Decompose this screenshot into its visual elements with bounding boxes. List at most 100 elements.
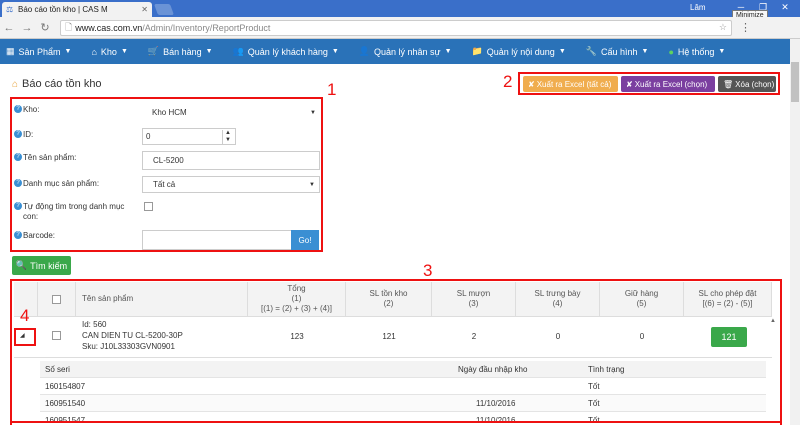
caret-down-icon: ▼: [120, 48, 128, 55]
nav-label: Hệ thống: [677, 46, 715, 57]
page-title: ⌂ Báo cáo tồn kho: [12, 78, 102, 90]
category-label-text: Danh mục sản phẩm:: [23, 179, 100, 188]
nav-label: Quản lý nội dung: [486, 46, 555, 57]
header-total[interactable]: Tổng (1) [(1) = (2) + (3) + (4)]: [248, 282, 346, 316]
category-value: Tất cả: [153, 180, 176, 189]
spinner-icon[interactable]: ▲ ▼: [222, 129, 231, 144]
category-select[interactable]: Tất cả ▼: [142, 176, 320, 193]
header-display[interactable]: SL trưng bày (4): [516, 282, 600, 316]
row-hold: 0: [639, 332, 645, 341]
nav-item-system[interactable]: ● Hệ thống ▼: [668, 47, 725, 57]
name-label: ? Tên sản phẩm:: [14, 153, 76, 163]
address-bar-row: ← → ↻ 🗋 www.cas.com.vn /Admin/Inventory/…: [0, 17, 800, 39]
close-tab-icon[interactable]: ✕: [141, 5, 148, 14]
grid-icon: ▦: [6, 46, 15, 56]
kho-label: ? Kho:: [14, 105, 39, 115]
nav-label: Kho: [100, 46, 117, 57]
scale-icon: ⚖: [6, 4, 14, 14]
header-stock[interactable]: SL tồn kho (2): [346, 282, 432, 316]
caret-down-icon: ▼: [718, 48, 726, 55]
nav-item-config[interactable]: 🔧 Cấu hình ▼: [586, 46, 649, 57]
id-input[interactable]: 0 ▲ ▼: [142, 128, 236, 145]
serial-subtable-header: Số seri Ngày đầu nhập kho Tình trạng: [40, 361, 766, 378]
browser-tab[interactable]: ⚖ Báo cáo tồn kho | CAS M ✕: [2, 2, 152, 17]
select-all-checkbox[interactable]: [52, 294, 61, 304]
bookmark-star-icon[interactable]: ☆: [719, 22, 727, 33]
annotation-4: 4: [20, 306, 30, 325]
help-icon: ?: [14, 130, 22, 138]
export-selected-button[interactable]: ✘ Xuất ra Excel (chọn): [621, 76, 715, 92]
nav-label: Quản lý khách hàng: [247, 46, 328, 57]
row-checkbox[interactable]: [52, 331, 61, 340]
forward-icon[interactable]: →: [18, 22, 36, 34]
expand-row-icon[interactable]: ◢: [20, 332, 25, 339]
export-all-button[interactable]: ✘ Xuất ra Excel (tất cả): [523, 76, 618, 92]
header-allowed[interactable]: SL cho phép đặt [(6) = (2) - (5)]: [684, 282, 772, 316]
help-icon: ?: [14, 231, 22, 239]
export-selected-label: Xuất ra Excel (chọn): [634, 79, 708, 89]
nav-item-warehouse[interactable]: ⌂ Kho ▼: [91, 47, 127, 57]
allowed-badge[interactable]: 121: [711, 327, 747, 347]
status-value: Tốt: [588, 399, 600, 408]
barcode-input[interactable]: [142, 230, 292, 250]
caret-down-icon: ▼: [331, 48, 339, 55]
search-label: Tìm kiếm: [30, 260, 68, 271]
profile-name[interactable]: Lâm: [690, 3, 706, 12]
name-value: CL-5200: [153, 156, 184, 165]
nav-item-sales[interactable]: 🛒 Bán hàng ▼: [148, 46, 213, 57]
chrome-menu-icon[interactable]: ⋮: [740, 21, 751, 34]
id-label-text: ID:: [23, 130, 34, 139]
go-button[interactable]: Go!: [291, 230, 319, 250]
wrench-icon: 🔧: [585, 46, 597, 56]
close-window-icon[interactable]: ✕: [774, 0, 796, 14]
scrollbar-thumb[interactable]: [791, 62, 799, 102]
kho-select[interactable]: Kho HCM ▼: [142, 104, 320, 121]
caret-down-icon: ▼: [205, 48, 213, 55]
row-name: CAN DIEN TU CL-5200-30P: [82, 331, 183, 340]
serial-value: 160154807: [45, 382, 86, 391]
row-borrow: 2: [471, 332, 477, 341]
nav-label: Bán hàng: [163, 46, 202, 57]
kho-value: Kho HCM: [152, 108, 187, 117]
auto-subcat-checkbox[interactable]: [144, 202, 153, 211]
nav-item-content[interactable]: 📁 Quản lý nội dung ▼: [472, 46, 566, 57]
nav-item-hr[interactable]: 👤 Quản lý nhân sự ▼: [359, 46, 452, 57]
header-borrow[interactable]: SL mượn (3): [432, 282, 516, 316]
header-hold[interactable]: Giữ hàng (5): [600, 282, 684, 316]
row-sku: Sku: J10L33303GVN0901: [82, 342, 175, 351]
name-label-text: Tên sản phẩm:: [23, 153, 77, 162]
id-value: 0: [146, 132, 151, 141]
caret-down-icon: ▼: [64, 48, 72, 55]
date-value: 11/10/2016: [476, 399, 516, 408]
reload-icon[interactable]: ↻: [36, 21, 54, 34]
delete-label: Xóa (chọn): [735, 79, 775, 89]
url-input[interactable]: 🗋 www.cas.com.vn /Admin/Inventory/Report…: [60, 19, 732, 36]
name-input[interactable]: CL-5200: [142, 151, 320, 170]
nav-item-products[interactable]: ▦ Sản Phẩm ▼: [6, 46, 71, 57]
page-title-text: Báo cáo tồn kho: [22, 78, 102, 90]
serial-row: 160951540 11/10/2016 Tốt: [40, 395, 766, 412]
sub-header-serial: Số seri: [45, 365, 70, 374]
serial-row: 160154807 Tốt: [40, 378, 766, 395]
delete-selected-button[interactable]: 🗑 Xóa (chọn): [718, 76, 776, 92]
globe-icon: ●: [668, 46, 674, 57]
row-display: 0: [555, 332, 561, 341]
caret-down-icon: ▼: [444, 48, 452, 55]
home-icon: ⌂: [91, 46, 97, 57]
annotation-3: 3: [423, 261, 433, 280]
inner-scroll-up-icon[interactable]: ▲: [770, 318, 776, 324]
dropdown-arrow-icon: ▼: [309, 181, 315, 188]
search-button[interactable]: 🔍 Tìm kiếm: [12, 256, 71, 275]
nav-label: Cấu hình: [600, 46, 638, 57]
main-navbar: ▦ Sản Phẩm ▼ ⌂ Kho ▼ 🛒 Bán hàng ▼ 👥 Quản lý khá…: [0, 39, 790, 64]
nav-label: Quản lý nhân sự: [374, 46, 441, 57]
row-total: 123: [290, 332, 304, 341]
help-icon: ?: [14, 153, 22, 161]
help-icon: ?: [14, 105, 22, 113]
row-id: Id: 560: [82, 320, 107, 329]
tab-title: Báo cáo tồn kho | CAS M: [18, 5, 108, 14]
header-product-name[interactable]: Tên sản phẩm: [76, 282, 248, 316]
nav-item-customers[interactable]: 👥 Quản lý khách hàng ▼: [233, 46, 339, 57]
back-icon[interactable]: ←: [0, 22, 18, 34]
annotation-box-3-bottom: [10, 421, 782, 423]
